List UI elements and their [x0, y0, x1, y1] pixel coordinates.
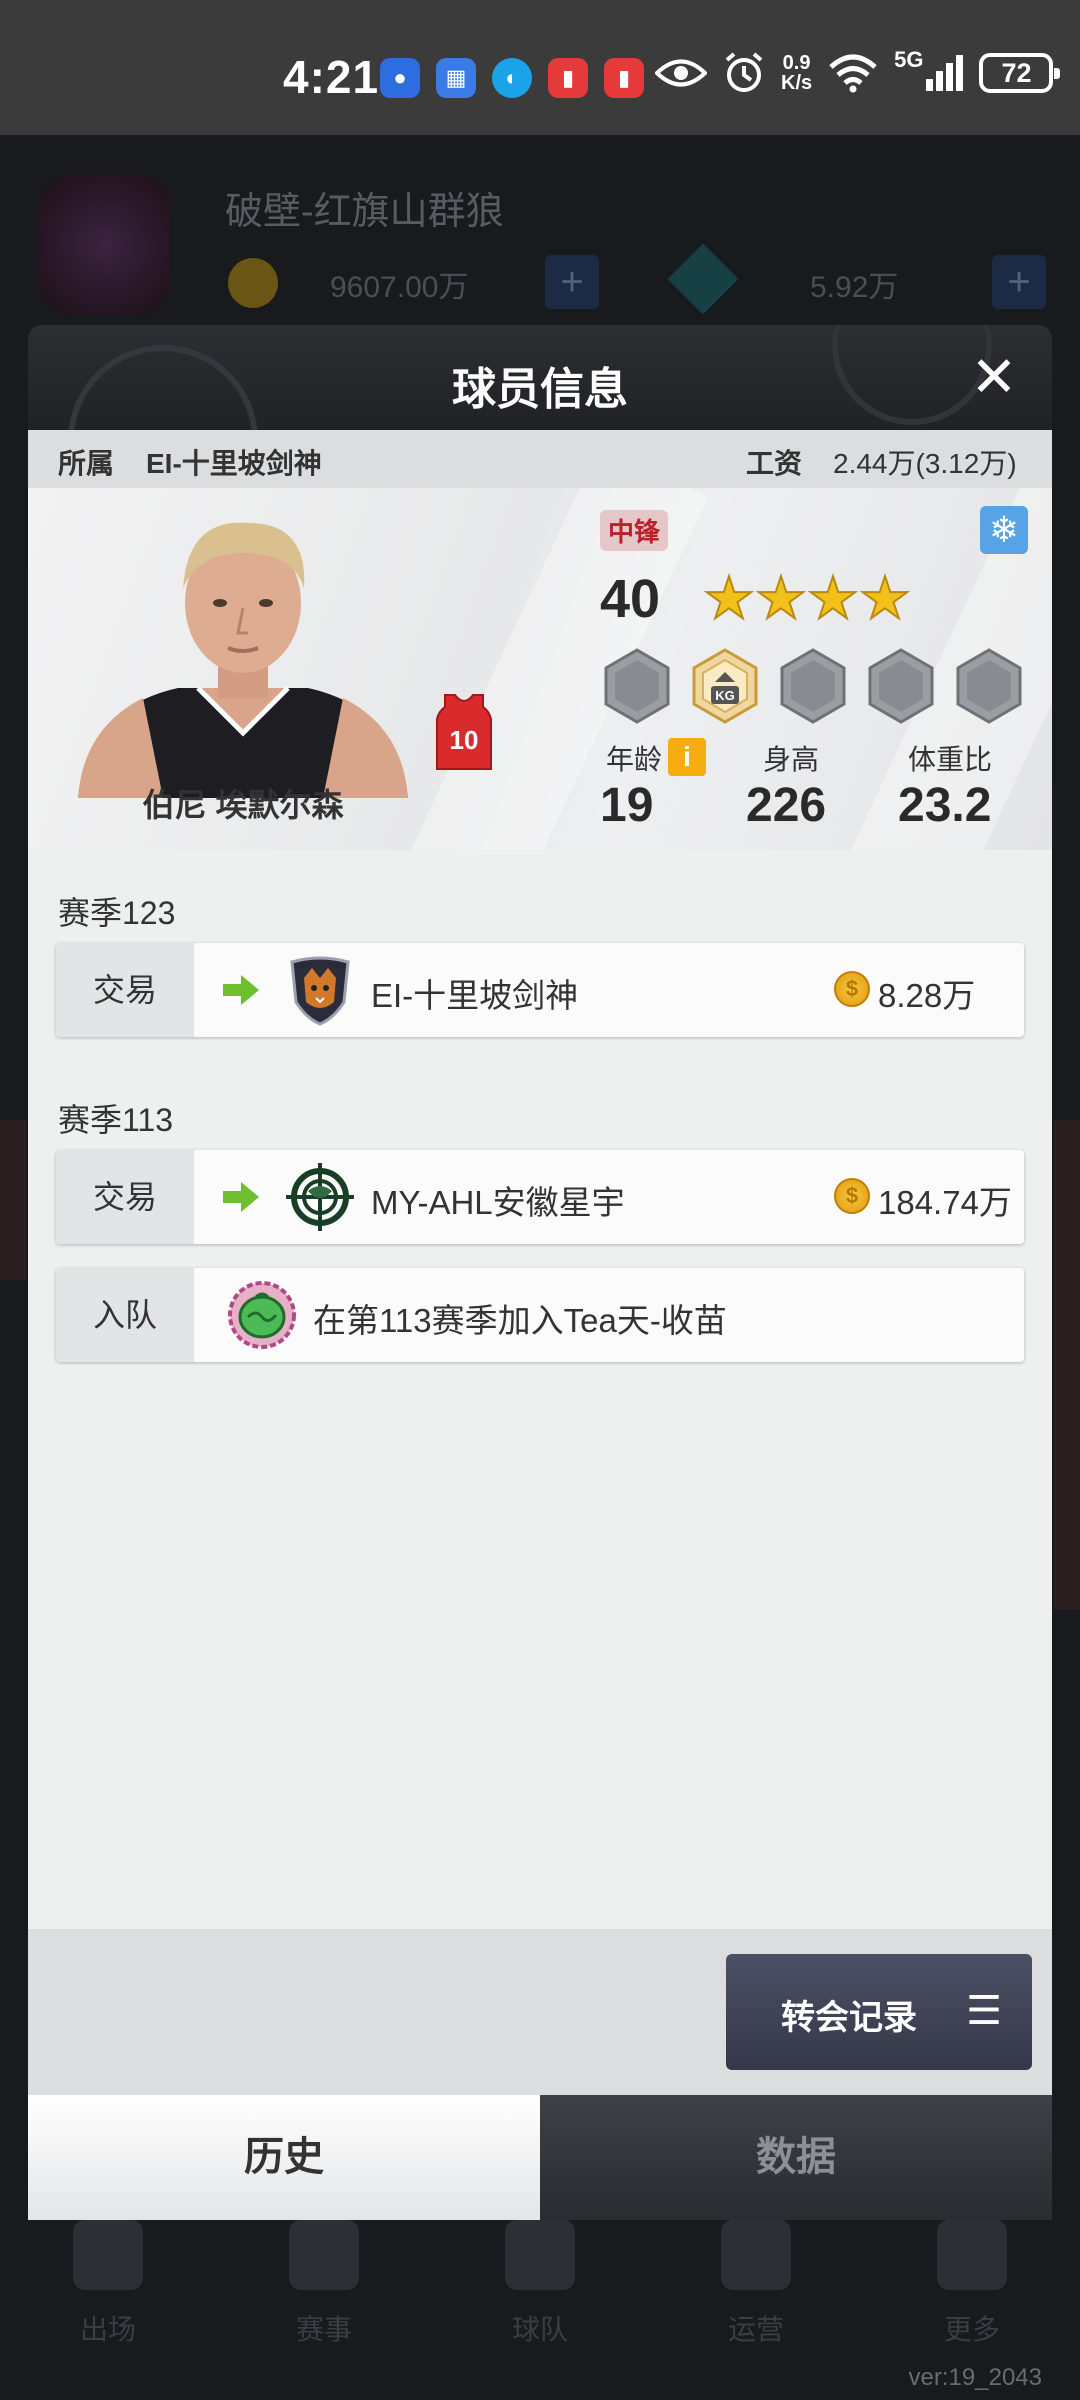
kg-badge-icon[interactable]: KG — [691, 648, 759, 724]
background-gems: 5.92万 — [810, 271, 899, 304]
version-label: ver:19_2043 — [908, 2364, 1042, 2391]
season-label: 赛季123 — [58, 895, 176, 931]
star-rating: ★ ★ ★ ★ — [702, 566, 912, 631]
age-info-icon[interactable]: i — [668, 738, 706, 776]
battery-icon: 72 — [979, 53, 1061, 93]
weight-ratio-value: 23.2 — [898, 779, 992, 832]
app-notification-icon: ● — [380, 58, 420, 98]
arrow-right-icon — [223, 975, 259, 1005]
alarm-icon — [725, 52, 763, 92]
transfer-record-label: 转会记录 — [781, 1999, 917, 2037]
background-side-panel — [0, 1120, 26, 1280]
status-indicators: 0.9 K/s 5G 72 — [655, 47, 1061, 94]
empty-badge-icon[interactable] — [779, 648, 847, 724]
empty-badge-icon[interactable] — [955, 648, 1023, 724]
age-value: 19 — [600, 779, 654, 832]
background-side-panel — [1054, 1120, 1080, 1610]
skill-badges[interactable]: KG — [603, 648, 1023, 724]
calendar-notification-icon: ▦ — [436, 58, 476, 98]
reader-notification-icon: ▮ — [604, 58, 644, 98]
net-speed: 0.9 K/s — [781, 52, 813, 94]
tab-data[interactable]: 数据 — [540, 2095, 1052, 2220]
jersey-number: 10 — [450, 725, 479, 755]
star-icon: ★ — [702, 566, 756, 631]
player-portrait — [78, 522, 408, 798]
history-record[interactable]: 交易 EI-十里坡剑神 $ 8.28万 — [56, 943, 1024, 1037]
team-logo-icon — [286, 1163, 354, 1231]
background-add-money-button: + — [545, 255, 599, 309]
salary-label: 工资 — [746, 448, 803, 479]
height-label: 身高 — [763, 744, 820, 775]
history-record[interactable]: 入队 在第113赛季加入Tea天-收苗 — [56, 1268, 1024, 1362]
height-value: 226 — [746, 779, 827, 832]
dialog-footer: 转会记录 ☰ — [28, 1929, 1052, 2095]
record-fee: 184.74万 — [878, 1184, 1012, 1221]
background-nav-item: 出场 — [73, 2200, 143, 2400]
coin-icon: $ — [834, 971, 870, 1007]
background-coin-icon — [228, 258, 278, 308]
background-nav-item: 赛事 — [289, 2200, 359, 2400]
background-nav-item: 运营 — [721, 2200, 791, 2400]
player-rating: 40 — [600, 569, 661, 629]
record-fee: 8.28万 — [878, 977, 976, 1014]
record-team: EI-十里坡剑神 — [371, 977, 579, 1014]
weight-ratio-label: 体重比 — [908, 744, 993, 775]
browser-notification-icon: ◐ — [492, 58, 532, 98]
tab-bar: 历史 数据 — [28, 2095, 1052, 2220]
salary-value: 2.44万(3.12万) — [833, 448, 1017, 479]
jersey-icon: 10 — [436, 694, 492, 770]
team-label: 所属 — [58, 448, 115, 479]
background-add-gems-button: + — [992, 255, 1046, 309]
player-name: 伯尼 埃默尔森 — [142, 787, 344, 823]
arrow-right-icon — [223, 1182, 259, 1212]
tab-history[interactable]: 历史 — [28, 2095, 540, 2220]
player-info-dialog: 球员信息 ✕ 所属 EI-十里坡剑神 工资 2.44万(3.12万) 伯尼 埃默… — [28, 325, 1052, 2220]
close-button[interactable]: ✕ — [968, 349, 1020, 405]
record-type: 交易 — [56, 1150, 194, 1244]
team-logo-icon — [228, 1281, 296, 1349]
menu-icon: ☰ — [966, 1989, 1002, 2033]
snowflake-icon[interactable]: ❄ — [980, 506, 1028, 554]
position-badge: 中锋 — [600, 510, 669, 551]
background-team-name: 破壁-红旗山群狼 — [225, 191, 504, 233]
background-money: 9607.00万 — [330, 271, 469, 304]
player-card: 伯尼 埃默尔森 10 中锋 ❄ 40 ★ ★ ★ ★ KG 年龄 i 身高 体重比 1… — [28, 488, 1052, 850]
age-label: 年龄 — [606, 744, 663, 775]
empty-badge-icon[interactable] — [867, 648, 935, 724]
star-icon: ★ — [754, 566, 808, 631]
team-logo-icon — [290, 956, 350, 1026]
history-record[interactable]: 交易 MY-AHL安徽星宇 $ 184.74万 — [56, 1150, 1024, 1244]
status-bar: 4:21 ● ▦ ◐ ▮ ▮ 0.9 K/s 5G 72 — [0, 0, 1080, 135]
dialog-body: 所属 EI-十里坡剑神 工资 2.44万(3.12万) 伯尼 埃默尔森 10 中… — [28, 430, 1052, 1929]
record-team: MY-AHL安徽星宇 — [371, 1184, 625, 1221]
dialog-header: 球员信息 ✕ — [28, 325, 1052, 430]
badge-label: KG — [715, 688, 735, 703]
season-label: 赛季113 — [58, 1102, 174, 1138]
record-type: 交易 — [56, 943, 194, 1037]
eye-icon — [655, 59, 707, 87]
coin-icon: $ — [834, 1178, 870, 1214]
status-time: 4:21 — [283, 51, 380, 103]
record-type: 入队 — [56, 1268, 194, 1362]
empty-badge-icon[interactable] — [603, 648, 671, 724]
notification-icons: ● ▦ ◐ ▮ ▮ — [380, 58, 644, 98]
team-value: EI-十里坡剑神 — [146, 448, 322, 479]
team-salary-bar: 所属 EI-十里坡剑神 工资 2.44万(3.12万) — [28, 430, 1052, 488]
background-nav-item: 球队 — [505, 2200, 575, 2400]
record-team: 在第113赛季加入Tea天-收苗 — [313, 1302, 727, 1339]
book-notification-icon: ▮ — [548, 58, 588, 98]
background-team-logo — [40, 175, 170, 315]
signal-icon: 5G — [894, 47, 964, 91]
transfer-record-button[interactable]: 转会记录 ☰ — [726, 1954, 1032, 2070]
dialog-title: 球员信息 — [452, 365, 628, 414]
wifi-icon — [829, 54, 877, 93]
star-icon: ★ — [806, 566, 860, 631]
star-icon: ★ — [858, 566, 912, 631]
